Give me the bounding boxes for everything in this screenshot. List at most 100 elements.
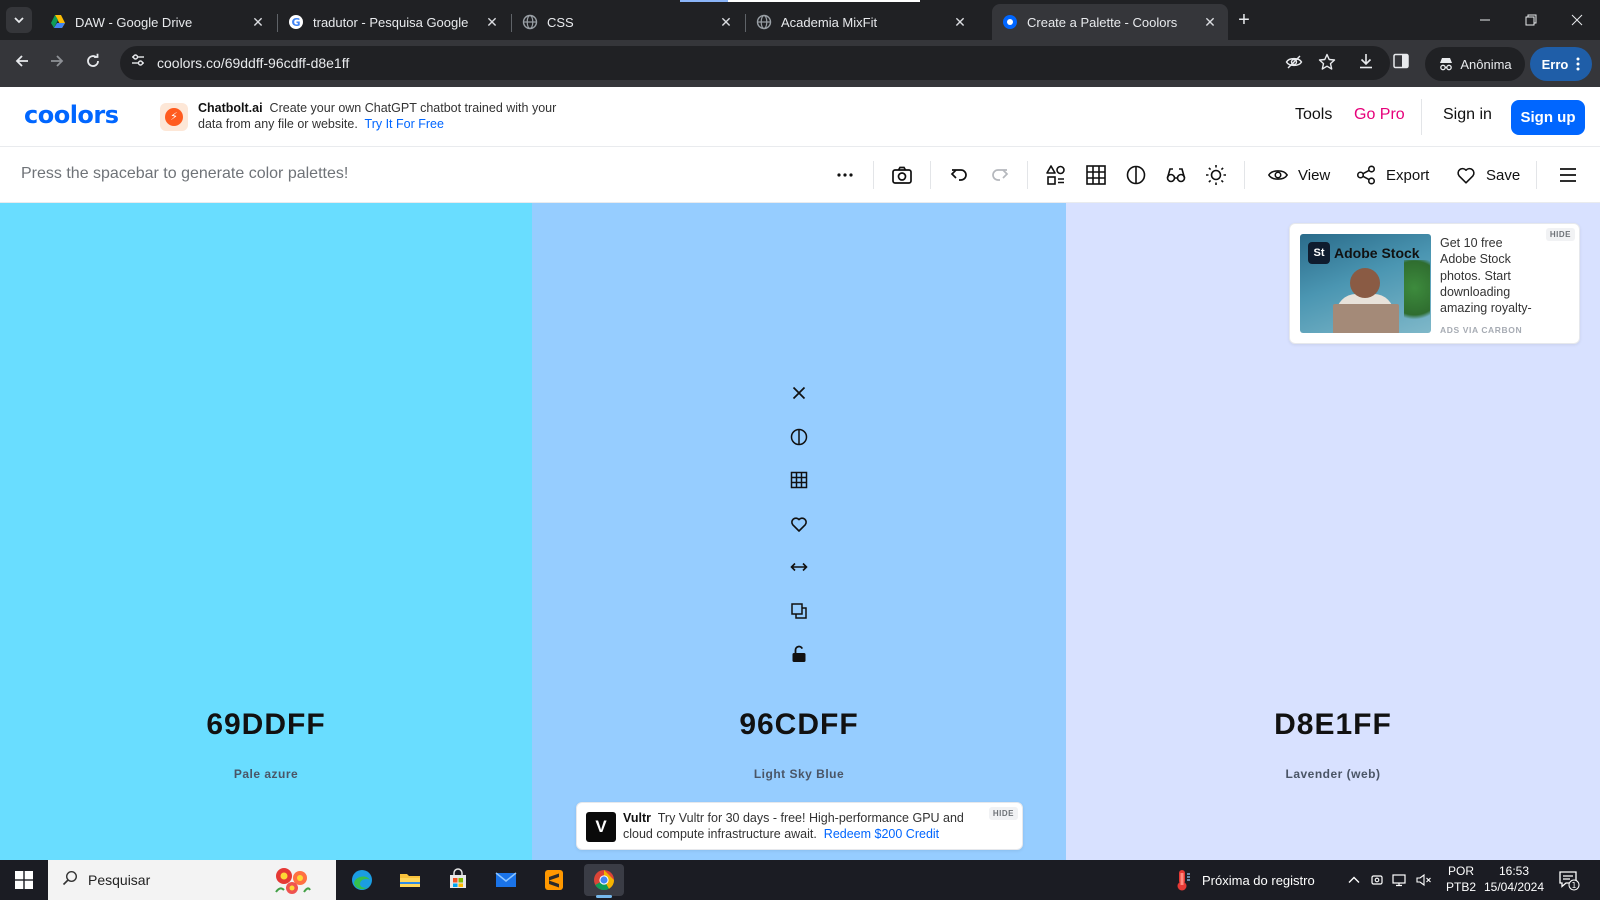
weather-notification[interactable]: Próxima do registro xyxy=(1172,860,1315,900)
export-label: Export xyxy=(1386,166,1430,184)
site-settings-icon[interactable] xyxy=(128,53,148,73)
contrast-icon xyxy=(790,428,808,445)
drag-button[interactable] xyxy=(787,555,811,579)
language-indicator[interactable]: POR PTB2 xyxy=(1443,863,1479,895)
forward-button[interactable] xyxy=(43,50,71,78)
profile-error-button[interactable]: Erro xyxy=(1530,47,1592,81)
tab-google-drive[interactable]: DAW - Google Drive ✕ xyxy=(40,4,276,40)
sign-up-button[interactable]: Sign up xyxy=(1511,100,1585,135)
download-icon[interactable] xyxy=(1354,52,1378,76)
header-ad[interactable]: Chatbolt.ai Create your own ChatGPT chat… xyxy=(198,100,578,132)
arrow-right-icon xyxy=(51,55,64,67)
remove-color-button[interactable] xyxy=(787,381,811,405)
taskbar-store[interactable] xyxy=(438,864,478,896)
system-clock[interactable]: 16:53 15/04/2024 xyxy=(1480,863,1548,895)
taskbar-sublime-text[interactable] xyxy=(534,864,574,896)
side-panel-icon[interactable] xyxy=(1389,52,1413,76)
incognito-indicator[interactable]: Anônima xyxy=(1425,47,1525,81)
shapes-icon[interactable] xyxy=(1044,163,1068,187)
taskbar-chrome[interactable] xyxy=(584,864,624,898)
new-tab-button[interactable]: + xyxy=(1232,8,1256,32)
eye-off-icon[interactable] xyxy=(1284,53,1304,73)
taskbar-file-explorer[interactable] xyxy=(390,864,430,896)
color-name[interactable]: Lavender (web) xyxy=(1066,767,1600,781)
mail-icon xyxy=(495,872,517,887)
chatbolt-logo-icon[interactable]: ⚡ xyxy=(160,103,188,131)
search-icon xyxy=(62,870,80,890)
save-color-button[interactable] xyxy=(787,512,811,536)
restore-button[interactable] xyxy=(1508,0,1554,40)
ad-brand: Chatbolt.ai xyxy=(198,101,263,115)
more-options-icon[interactable] xyxy=(833,163,857,187)
notification-text: Próxima do registro xyxy=(1202,872,1315,888)
export-button[interactable]: Export xyxy=(1355,161,1429,189)
tab-css[interactable]: CSS ✕ xyxy=(512,4,744,40)
color-name[interactable]: Light Sky Blue xyxy=(532,767,1066,781)
close-icon[interactable]: ✕ xyxy=(1202,14,1218,30)
close-window-button[interactable] xyxy=(1554,0,1600,40)
network-icon[interactable] xyxy=(1392,860,1408,900)
sun-icon[interactable] xyxy=(1204,163,1228,187)
coolors-logo[interactable]: coolors xyxy=(24,101,119,129)
taskbar-edge[interactable] xyxy=(342,864,382,896)
view-button[interactable]: View xyxy=(1267,161,1330,189)
camera-icon[interactable] xyxy=(890,163,914,187)
close-icon[interactable]: ✕ xyxy=(952,14,968,30)
contrast-icon[interactable] xyxy=(1124,163,1148,187)
hide-ad-button[interactable]: HIDE xyxy=(988,807,1018,820)
view-shades-button[interactable] xyxy=(787,468,811,492)
ad-text[interactable]: Get 10 free Adobe Stock photos. Start do… xyxy=(1440,235,1540,315)
back-button[interactable] xyxy=(8,50,36,78)
hex-code[interactable]: 96CDFF xyxy=(532,708,1066,742)
reload-button[interactable] xyxy=(79,50,107,78)
notifications-button[interactable]: 1 xyxy=(1558,860,1580,900)
grid-icon[interactable] xyxy=(1084,163,1108,187)
start-button[interactable] xyxy=(0,860,48,900)
meet-icon[interactable] xyxy=(1370,860,1384,900)
star-icon[interactable] xyxy=(1317,53,1337,73)
save-label: Save xyxy=(1486,166,1521,184)
hex-code[interactable]: 69DDFF xyxy=(0,708,532,742)
arrows-horizontal-icon xyxy=(790,562,808,572)
color-column[interactable]: 96CDFF Light Sky Blue xyxy=(532,203,1066,860)
tab-academia[interactable]: Academia MixFit ✕ xyxy=(746,4,978,40)
hide-ad-button[interactable]: HIDE xyxy=(1545,228,1575,241)
close-icon[interactable]: ✕ xyxy=(250,14,266,30)
undo-icon[interactable] xyxy=(947,163,971,187)
tab-google-search[interactable]: G tradutor - Pesquisa Google ✕ xyxy=(278,4,510,40)
hamburger-menu-icon[interactable] xyxy=(1556,163,1580,187)
tab-coolors[interactable]: Create a Palette - Coolors ✕ xyxy=(992,4,1228,40)
color-name[interactable]: Pale azure xyxy=(0,767,532,781)
ad-image[interactable]: St Adobe Stock xyxy=(1300,234,1431,333)
nav-go-pro[interactable]: Go Pro xyxy=(1354,106,1405,124)
volume-muted-icon[interactable] xyxy=(1416,860,1432,900)
eye-icon xyxy=(1267,170,1289,180)
minimize-button[interactable] xyxy=(1462,0,1508,40)
ad-text[interactable]: Vultr Try Vultr for 30 days - free! High… xyxy=(623,810,978,842)
taskbar-search[interactable]: Pesquisar xyxy=(48,860,336,900)
hex-code[interactable]: D8E1FF xyxy=(1066,708,1600,742)
toolbar-divider xyxy=(1536,161,1537,189)
carbon-ad[interactable]: St Adobe Stock Get 10 free Adobe Stock p… xyxy=(1289,223,1580,344)
taskbar-mail[interactable] xyxy=(486,864,526,896)
sign-in-link[interactable]: Sign in xyxy=(1443,106,1492,124)
incognito-label: Anônima xyxy=(1460,56,1512,72)
color-column[interactable]: 69DDFF Pale azure xyxy=(0,203,532,860)
copy-hex-button[interactable] xyxy=(787,599,811,623)
lock-color-button[interactable] xyxy=(787,642,811,666)
show-hidden-icons[interactable] xyxy=(1347,860,1361,900)
ad-cta-link[interactable]: Try It For Free xyxy=(365,117,444,131)
glasses-icon[interactable] xyxy=(1164,163,1188,187)
close-icon[interactable]: ✕ xyxy=(718,14,734,30)
close-icon[interactable]: ✕ xyxy=(484,14,500,30)
vultr-ad[interactable]: V Vultr Try Vultr for 30 days - free! Hi… xyxy=(576,802,1023,850)
shades-button[interactable] xyxy=(787,425,811,449)
tab-search-button[interactable] xyxy=(6,7,32,33)
redo-icon[interactable] xyxy=(988,163,1012,187)
tab-title: Academia MixFit xyxy=(781,14,878,30)
save-button[interactable]: Save xyxy=(1455,161,1520,189)
nav-tools[interactable]: Tools xyxy=(1295,106,1332,124)
ad-cta-link[interactable]: Redeem $200 Credit xyxy=(824,827,939,841)
ads-via-carbon[interactable]: ADS VIA CARBON xyxy=(1440,325,1522,335)
address-bar[interactable]: coolors.co/69ddff-96cdff-d8e1ff xyxy=(120,46,1390,80)
